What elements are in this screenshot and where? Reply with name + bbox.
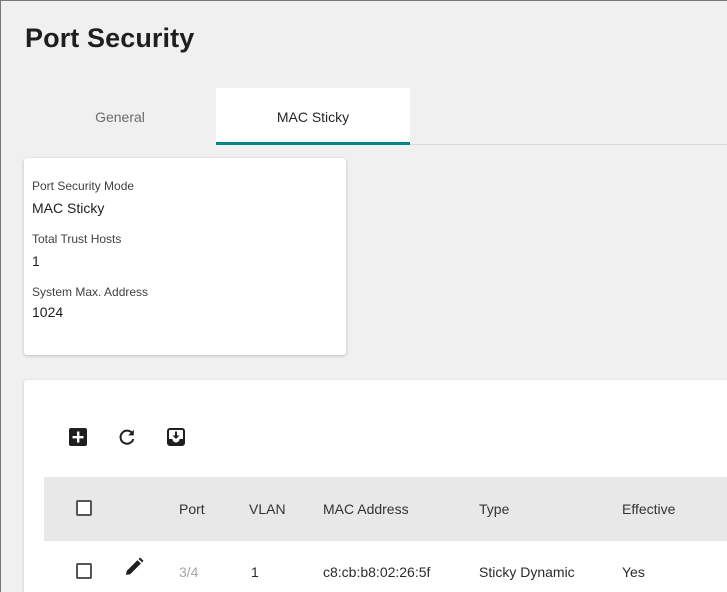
tab-bar: General MAC Sticky <box>24 88 727 145</box>
column-header-port[interactable]: Port <box>179 501 205 517</box>
add-box-icon <box>69 428 87 446</box>
summary-card: Port Security Mode MAC Sticky Total Trus… <box>24 158 346 355</box>
column-header-mac-address[interactable]: MAC Address <box>323 501 409 517</box>
row-effective: Yes <box>622 564 645 580</box>
row-port: 3/4 <box>179 564 199 580</box>
total-trust-hosts-label: Total Trust Hosts <box>32 232 122 246</box>
tab-mac-sticky-label: MAC Sticky <box>276 108 350 125</box>
refresh-button[interactable] <box>116 426 138 448</box>
export-button[interactable] <box>165 426 187 448</box>
port-security-mode-label: Port Security Mode <box>32 179 135 193</box>
port-security-page: Port Security General MAC Sticky Port Se… <box>0 0 727 592</box>
tab-general-label: General <box>95 108 145 125</box>
page-title: Port Security <box>25 23 195 53</box>
system-max-address-label: System Max. Address <box>32 285 149 299</box>
system-max-address-value: 1024 <box>32 304 64 320</box>
pencil-icon <box>126 557 144 575</box>
total-trust-hosts-value: 1 <box>32 253 40 269</box>
column-header-type[interactable]: Type <box>479 501 509 517</box>
add-button[interactable] <box>67 426 89 448</box>
port-security-mode-value: MAC Sticky <box>32 200 105 216</box>
active-tab-indicator <box>216 142 410 145</box>
column-header-effective[interactable]: Effective <box>622 501 675 517</box>
refresh-icon <box>119 429 135 445</box>
download-box-icon <box>167 428 185 446</box>
row-type: Sticky Dynamic <box>479 564 575 580</box>
row-checkbox[interactable] <box>76 563 92 579</box>
select-all-checkbox[interactable] <box>76 500 92 516</box>
edit-row-button[interactable] <box>123 556 145 578</box>
column-header-vlan[interactable]: VLAN <box>249 501 286 517</box>
row-mac-address: c8:cb:b8:02:26:5f <box>323 564 431 580</box>
row-vlan: 1 <box>251 564 259 580</box>
tab-general[interactable]: General <box>24 88 216 145</box>
tab-mac-sticky[interactable]: MAC Sticky <box>216 88 410 145</box>
